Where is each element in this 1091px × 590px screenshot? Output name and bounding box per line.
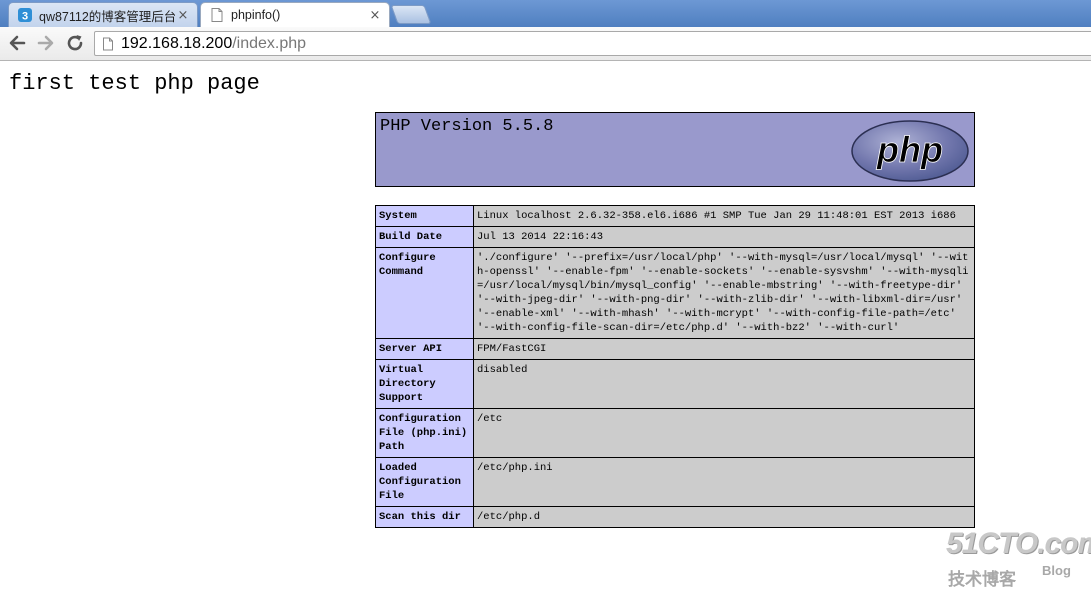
table-row: Configure Command './configure' '--prefix… (375, 247, 975, 339)
tab-title: qw87112的博客管理后台 (39, 9, 175, 24)
table-row: Build Date Jul 13 2014 22:16:43 (375, 226, 975, 248)
forward-button[interactable] (35, 32, 57, 54)
info-value: /etc (473, 408, 975, 458)
reload-icon (67, 35, 83, 51)
php-version-header: PHP Version 5.5.8 php (375, 112, 975, 187)
page-icon (211, 8, 223, 22)
info-key: Configure Command (375, 247, 474, 339)
info-value: './configure' '--prefix=/usr/local/php' … (473, 247, 975, 339)
page-heading: first test php page (9, 71, 260, 96)
info-value: /etc/php.d (473, 506, 975, 528)
table-row: System Linux localhost 2.6.32-358.el6.i68… (375, 205, 975, 227)
php-version-title: PHP Version 5.5.8 (380, 117, 554, 136)
page-content: first test php page PHP Version 5.5.8 ph… (0, 61, 1091, 590)
info-key: Server API (375, 338, 474, 360)
svg-text:3: 3 (22, 11, 28, 23)
new-tab-button[interactable] (390, 5, 432, 24)
table-row: Configuration File (php.ini) Path/etc (375, 408, 975, 458)
table-row: Virtual Directory Support disabled (375, 359, 975, 409)
table-row: Server API FPM/FastCGI (375, 338, 975, 360)
table-row: Loaded Configuration File/etc/php.ini (375, 457, 975, 507)
info-key: Configuration File (php.ini) Path (375, 408, 474, 458)
tab-strip: 3 qw87112的博客管理后台 × phpinfo() × (0, 0, 1091, 27)
back-arrow-icon (9, 35, 26, 51)
watermark-blog: Blog (1042, 563, 1071, 578)
info-key: Scan this dir (375, 506, 474, 528)
php-logo[interactable]: php (850, 119, 970, 183)
info-value: Linux localhost 2.6.32-358.el6.i686 #1 S… (473, 205, 975, 227)
info-key: System (375, 205, 474, 227)
phpinfo-table: System Linux localhost 2.6.32-358.el6.i68… (375, 205, 975, 528)
back-button[interactable] (6, 32, 28, 54)
tab-phpinfo[interactable]: phpinfo() × (200, 2, 390, 27)
reload-button[interactable] (64, 32, 86, 54)
info-value: Jul 13 2014 22:16:43 (473, 226, 975, 248)
tab-title: phpinfo() (231, 8, 281, 22)
site-favicon-icon: 3 (18, 8, 32, 23)
watermark: 51CTO.com 技术博客 Blog (946, 527, 1091, 590)
php-logo-text: php (876, 129, 943, 170)
info-value: /etc/php.ini (473, 457, 975, 507)
close-icon[interactable]: × (175, 8, 191, 23)
address-bar[interactable]: 192.168.18.200/index.php (94, 31, 1091, 56)
tab-blog-admin[interactable]: 3 qw87112的博客管理后台 × (8, 2, 198, 27)
forward-arrow-icon (37, 35, 54, 51)
watermark-subtitle: 技术博客 (948, 570, 1016, 590)
info-key: Build Date (375, 226, 474, 248)
browser-toolbar: 192.168.18.200/index.php (0, 27, 1091, 61)
info-value: FPM/FastCGI (473, 338, 975, 360)
url-path: /index.php (232, 34, 307, 52)
watermark-brand: 51CTO.com (946, 527, 1091, 560)
table-row: Scan this dir/etc/php.d (375, 506, 975, 528)
info-key: Loaded Configuration File (375, 457, 474, 507)
info-key: Virtual Directory Support (375, 359, 474, 409)
info-value: disabled (473, 359, 975, 409)
url-host: 192.168.18.200 (121, 34, 233, 52)
close-icon[interactable]: × (367, 8, 383, 23)
page-icon (103, 37, 113, 50)
